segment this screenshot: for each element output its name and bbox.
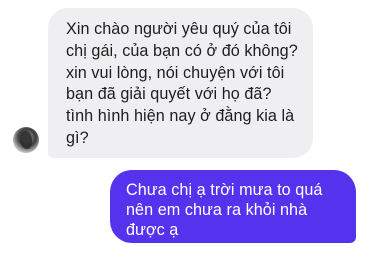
incoming-message-line: bạn đã giải quyết với họ đã? (66, 85, 272, 104)
incoming-message-line: Xin chào người yêu quý của tôi (66, 20, 292, 38)
outgoing-message-line: được ạ (126, 221, 179, 239)
outgoing-message-line: nên em chưa ra khỏi nhà (126, 201, 308, 219)
incoming-message-line: chị gái, của bạn có ở đó không? (66, 41, 298, 60)
avatar-photo (20, 131, 32, 149)
chat-thread: Xin chào người yêu quý của tôi chị gái, … (0, 0, 374, 257)
outgoing-message-line: Chưa chị ạ trời mưa to quá (126, 181, 323, 199)
outgoing-message-bubble[interactable]: Chưa chị ạ trời mưa to quá nên em chưa r… (110, 170, 356, 243)
contact-avatar[interactable] (13, 127, 39, 153)
incoming-message-line: xin vui lòng, nói chuyện với tôi (66, 63, 285, 82)
incoming-message-line: tình hình hiện nay ở đằng kia là (66, 107, 295, 126)
incoming-message-line: gì? (66, 128, 89, 147)
incoming-message-bubble[interactable]: Xin chào người yêu quý của tôi chị gái, … (48, 8, 313, 158)
